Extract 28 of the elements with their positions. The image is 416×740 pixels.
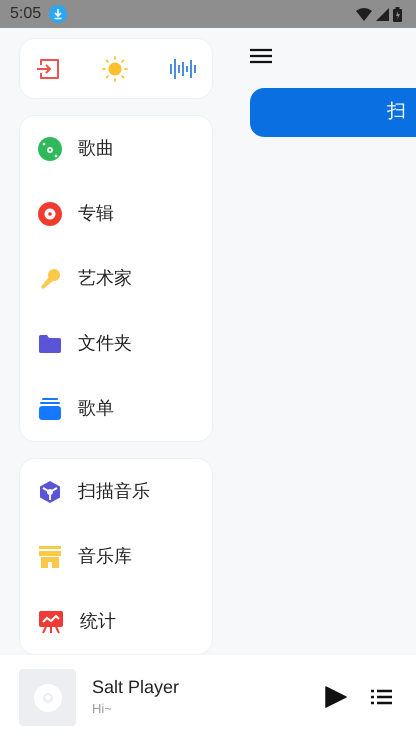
nav-item[interactable]: 歌单 bbox=[20, 376, 212, 441]
presentation-chart-icon bbox=[38, 610, 64, 634]
exit-button[interactable] bbox=[36, 56, 60, 80]
nav-item[interactable]: 音乐库 bbox=[20, 524, 212, 589]
cube-icon bbox=[38, 480, 62, 504]
nav-item[interactable]: 艺术家 bbox=[20, 246, 212, 311]
nav-item[interactable]: 文件夹 bbox=[20, 311, 212, 376]
nav-item[interactable]: 扫描音乐 bbox=[20, 459, 212, 524]
folder-icon bbox=[38, 332, 62, 354]
track-title: Salt Player bbox=[92, 676, 180, 699]
disc-icon bbox=[38, 136, 62, 160]
status-time: 5:05 bbox=[10, 4, 42, 24]
microphone-icon bbox=[38, 266, 62, 290]
waveform-button[interactable] bbox=[170, 58, 196, 80]
nav-item[interactable]: 专辑 bbox=[20, 181, 212, 246]
play-button[interactable] bbox=[325, 686, 347, 710]
nav-item[interactable]: 统计 bbox=[20, 589, 212, 654]
track-subtitle: Hi~ bbox=[92, 700, 113, 718]
scan-button[interactable]: 扫 bbox=[250, 88, 416, 138]
download-icon bbox=[49, 5, 68, 23]
menu-button[interactable] bbox=[250, 48, 272, 64]
battery-icon bbox=[393, 6, 402, 22]
vinyl-icon bbox=[38, 202, 62, 226]
wifi-icon bbox=[356, 8, 372, 20]
store-icon bbox=[38, 544, 62, 568]
nav-item[interactable]: 歌曲 bbox=[20, 116, 212, 181]
signal-icon bbox=[376, 8, 389, 20]
stack-icon bbox=[38, 396, 62, 420]
